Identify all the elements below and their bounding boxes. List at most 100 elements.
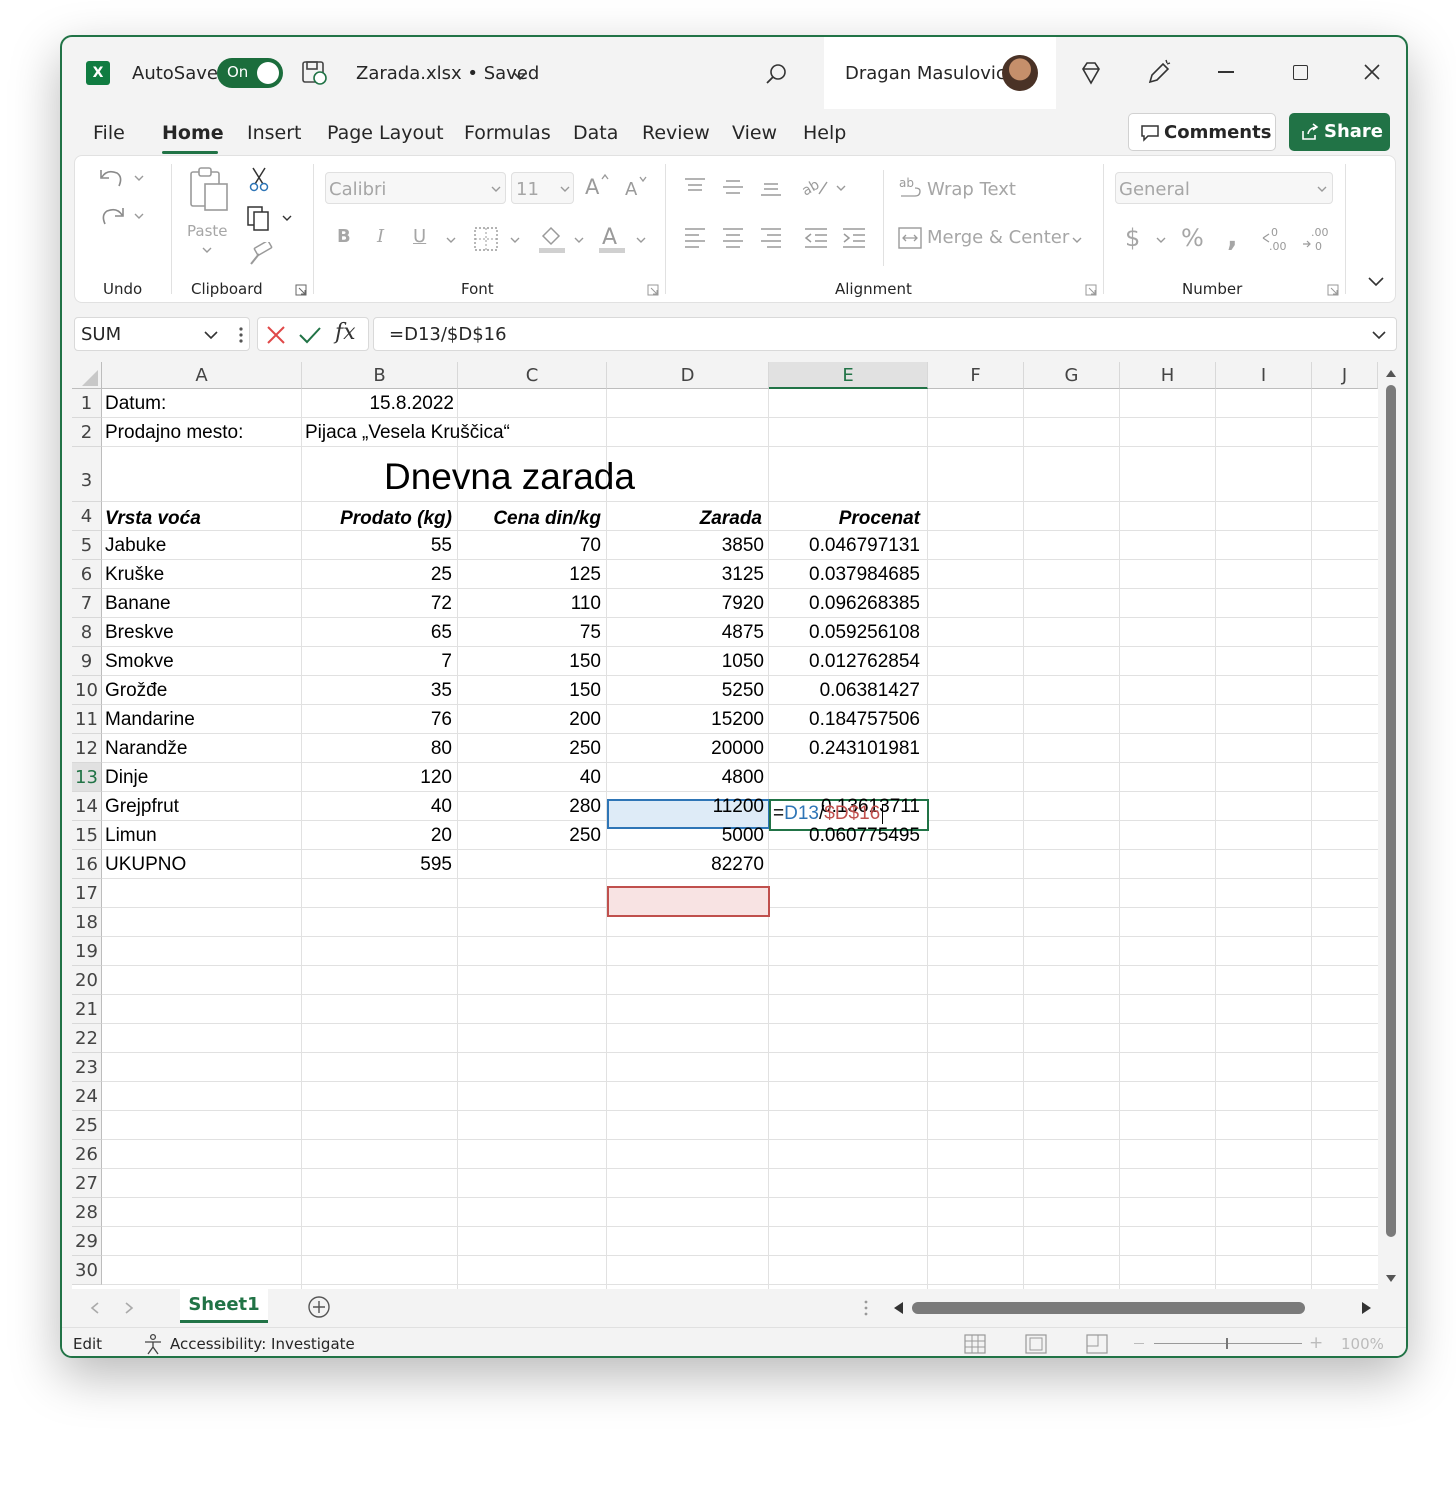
tab-splitter-icon[interactable] (864, 1299, 868, 1317)
cell-d5[interactable]: 3850 (607, 535, 764, 557)
page-break-view-icon[interactable] (1086, 1334, 1108, 1354)
menu-view[interactable]: View (732, 122, 777, 144)
cell-b16[interactable]: 595 (302, 854, 452, 876)
align-right-icon[interactable] (759, 226, 783, 248)
chevron-down-icon[interactable] (281, 214, 293, 222)
row-header-30[interactable]: 30 (72, 1256, 102, 1285)
normal-view-icon[interactable] (964, 1334, 986, 1354)
italic-icon[interactable]: I (377, 226, 384, 247)
column-header-e[interactable]: E (769, 362, 928, 389)
menu-insert[interactable]: Insert (247, 122, 302, 144)
column-header-j[interactable]: J (1312, 362, 1378, 389)
chevron-down-icon[interactable] (835, 184, 847, 192)
accessibility-status[interactable]: Accessibility: Investigate (170, 1335, 355, 1353)
column-header-h[interactable]: H (1120, 362, 1216, 389)
zoom-level[interactable]: 100% (1341, 1335, 1384, 1353)
merge-center-label[interactable]: Merge & Center (927, 227, 1069, 248)
comments-button[interactable]: Comments (1128, 113, 1276, 151)
paste-label[interactable]: Paste (187, 222, 228, 240)
fill-color-icon[interactable] (537, 222, 567, 254)
cell-d8[interactable]: 4875 (607, 622, 764, 644)
horizontal-scroll-thumb[interactable] (912, 1302, 1305, 1314)
next-sheet-icon[interactable] (124, 1302, 134, 1314)
chevron-down-icon[interactable] (1071, 236, 1083, 244)
row-header-6[interactable]: 6 (72, 560, 102, 589)
chevron-down-icon[interactable] (1155, 236, 1167, 244)
merge-center-icon[interactable] (897, 226, 923, 250)
cell-b11[interactable]: 76 (302, 709, 452, 731)
cell-d7[interactable]: 7920 (607, 593, 764, 615)
cell-d9[interactable]: 1050 (607, 651, 764, 673)
row-header-27[interactable]: 27 (72, 1169, 102, 1198)
decrease-font-icon[interactable]: A (623, 174, 651, 200)
cell-b2[interactable]: Pijaca „Vesela Kruščica“ (305, 422, 510, 444)
row-header-12[interactable]: 12 (72, 734, 102, 763)
menu-page-layout[interactable]: Page Layout (327, 122, 444, 144)
chevron-down-icon[interactable] (133, 212, 145, 220)
chevron-down-icon[interactable] (133, 174, 145, 182)
cell-a15[interactable]: Limun (105, 825, 157, 847)
cell-a12[interactable]: Narandže (105, 738, 187, 760)
cell-e10[interactable]: 0.06381427 (769, 680, 920, 702)
column-header-c[interactable]: C (458, 362, 607, 389)
row-header-3[interactable]: 3 (72, 447, 102, 502)
dialog-launcher-icon[interactable] (1085, 284, 1097, 296)
pen-icon[interactable] (1144, 57, 1174, 91)
row-header-4[interactable]: 4 (72, 502, 102, 531)
wrap-text-label[interactable]: Wrap Text (927, 179, 1016, 200)
cell-a10[interactable]: Grožđe (105, 680, 167, 702)
cell-e9[interactable]: 0.012762854 (769, 651, 920, 673)
cell-b5[interactable]: 55 (302, 535, 452, 557)
select-all-corner[interactable] (72, 362, 102, 389)
undo-icon[interactable] (97, 164, 127, 190)
cell-a13[interactable]: Dinje (105, 767, 148, 789)
cell-e13-edit[interactable]: =D13/$D$16 (773, 803, 884, 825)
cell-e11[interactable]: 0.184757506 (769, 709, 920, 731)
zoom-slider-thumb[interactable] (1226, 1338, 1228, 1349)
percent-icon[interactable]: % (1181, 224, 1204, 252)
bold-icon[interactable]: B (337, 226, 351, 247)
cell-e8[interactable]: 0.059256108 (769, 622, 920, 644)
search-icon[interactable] (764, 61, 790, 91)
underline-icon[interactable]: U (413, 226, 426, 247)
number-format-dropdown[interactable]: General (1115, 172, 1333, 204)
redo-icon[interactable] (97, 202, 127, 228)
cell-a1[interactable]: Datum: (105, 393, 166, 415)
row-header-2[interactable]: 2 (72, 418, 102, 447)
cell-a11[interactable]: Mandarine (105, 709, 195, 731)
expand-formula-icon[interactable] (1371, 330, 1387, 340)
diamond-icon[interactable] (1077, 59, 1105, 91)
cancel-icon[interactable] (266, 325, 286, 345)
save-icon[interactable] (300, 59, 330, 87)
cell-b8[interactable]: 65 (302, 622, 452, 644)
cell-a8[interactable]: Breskve (105, 622, 174, 644)
row-header-13[interactable]: 13 (72, 763, 102, 792)
chevron-down-icon[interactable] (201, 246, 213, 254)
dialog-launcher-icon[interactable] (295, 284, 307, 296)
enter-icon[interactable] (298, 325, 322, 345)
cell-c6[interactable]: 125 (458, 564, 601, 586)
cell-b10[interactable]: 35 (302, 680, 452, 702)
align-left-icon[interactable] (683, 226, 707, 248)
menu-help[interactable]: Help (803, 122, 846, 144)
insert-function-icon[interactable]: fx (335, 320, 356, 345)
decrease-decimal-icon[interactable]: .000 (1301, 224, 1331, 252)
dialog-launcher-icon[interactable] (1327, 284, 1339, 296)
avatar[interactable] (1002, 55, 1038, 91)
menu-review[interactable]: Review (642, 122, 710, 144)
scroll-down-icon[interactable] (1385, 1274, 1397, 1284)
row-header-24[interactable]: 24 (72, 1082, 102, 1111)
row-header-16[interactable]: 16 (72, 850, 102, 879)
row-header-23[interactable]: 23 (72, 1053, 102, 1082)
cell-a9[interactable]: Smokve (105, 651, 174, 673)
decrease-indent-icon[interactable] (803, 226, 829, 248)
cell-c14[interactable]: 280 (458, 796, 601, 818)
row-header-21[interactable]: 21 (72, 995, 102, 1024)
scroll-right-icon[interactable] (1361, 1301, 1373, 1315)
font-name-dropdown[interactable]: Calibri (325, 172, 506, 204)
row-header-11[interactable]: 11 (72, 705, 102, 734)
orientation-icon[interactable]: ab (801, 174, 829, 198)
cell-d13[interactable]: 4800 (607, 767, 764, 789)
font-size-dropdown[interactable]: 11 (511, 172, 574, 204)
column-header-b[interactable]: B (302, 362, 458, 389)
